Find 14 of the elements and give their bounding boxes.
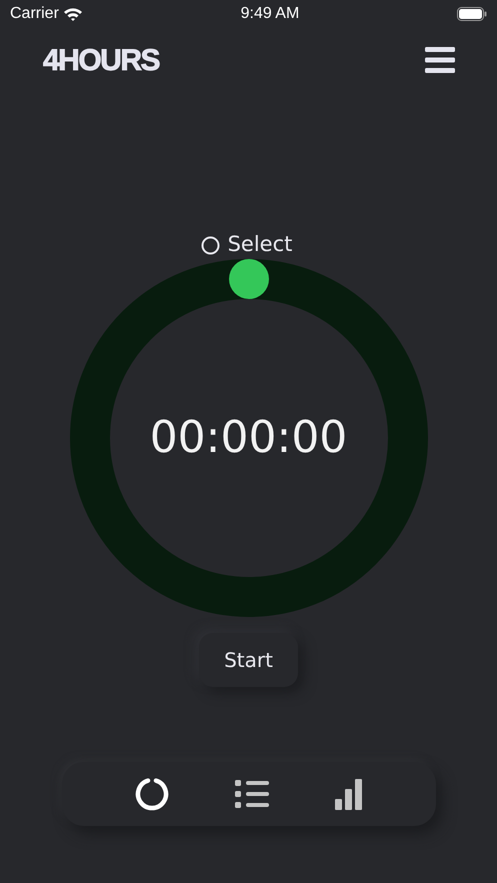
start-button[interactable]: Start: [199, 633, 298, 687]
wifi-icon: [62, 7, 83, 21]
timer-reading: 00:00:00: [150, 414, 348, 462]
timer-handle[interactable]: [228, 259, 268, 299]
select-label[interactable]: Select: [228, 229, 292, 261]
list-tab[interactable]: [234, 780, 268, 808]
timer-tab[interactable]: [134, 777, 168, 811]
battery-icon: [457, 7, 487, 21]
carrier-text: Carrier: [10, 4, 59, 24]
stats-tab[interactable]: [334, 778, 362, 810]
clock-text: 9:49 AM: [240, 4, 300, 24]
menu-icon[interactable]: [425, 47, 455, 73]
app-logo: 4HOURS: [43, 42, 160, 78]
radio-icon[interactable]: [200, 236, 220, 254]
